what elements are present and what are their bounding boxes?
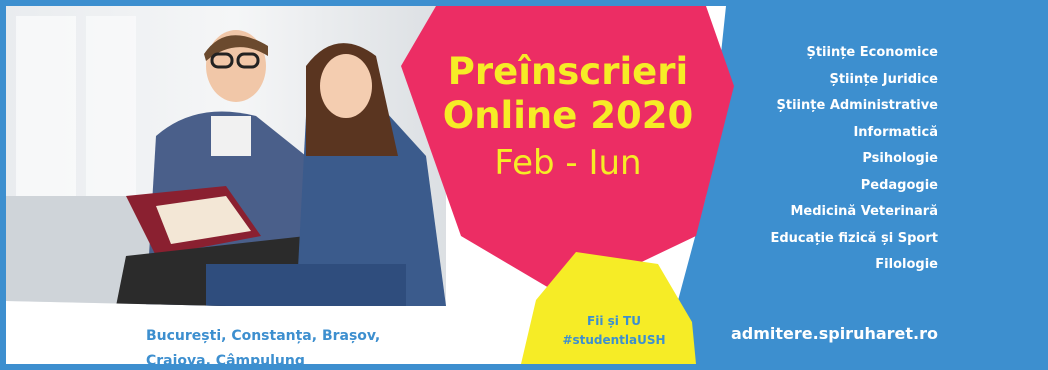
faculty-item: Psihologie [862, 151, 938, 166]
admission-banner[interactable]: Preînscrieri Online 2020 Feb - Iun Fii ș… [0, 0, 1048, 370]
cta-text: Fii și TU #studentlaUSH [534, 312, 694, 350]
cta-line: Fii și TU [587, 314, 641, 328]
website-link[interactable]: admitere.spiruharet.ro [731, 324, 938, 343]
faculty-item: Informatică [853, 124, 938, 140]
faculty-item: Științe Economice [806, 45, 938, 60]
cta-hashtag: #studentlaUSH [562, 333, 666, 347]
faculty-item: Educație fizică și Sport [770, 230, 938, 246]
cities-line: Craiova, Câmpulung [146, 353, 305, 364]
banner-frame: Preînscrieri Online 2020 Feb - Iun Fii ș… [6, 6, 1042, 364]
faculty-item: Științe Juridice [829, 71, 938, 87]
cities: București, Constanța, Brașov, Craiova, C… [146, 324, 466, 364]
faculty-item: Științe Administrative [776, 98, 938, 113]
faculty-list: Științe Economice Științe Juridice Știin… [638, 40, 938, 279]
faculty-item: Pedagogie [860, 177, 938, 193]
faculty-item: Medicină Veterinară [790, 204, 938, 219]
cities-line: București, Constanța, Brașov, [146, 328, 381, 344]
faculty-item: Filologie [875, 257, 938, 272]
